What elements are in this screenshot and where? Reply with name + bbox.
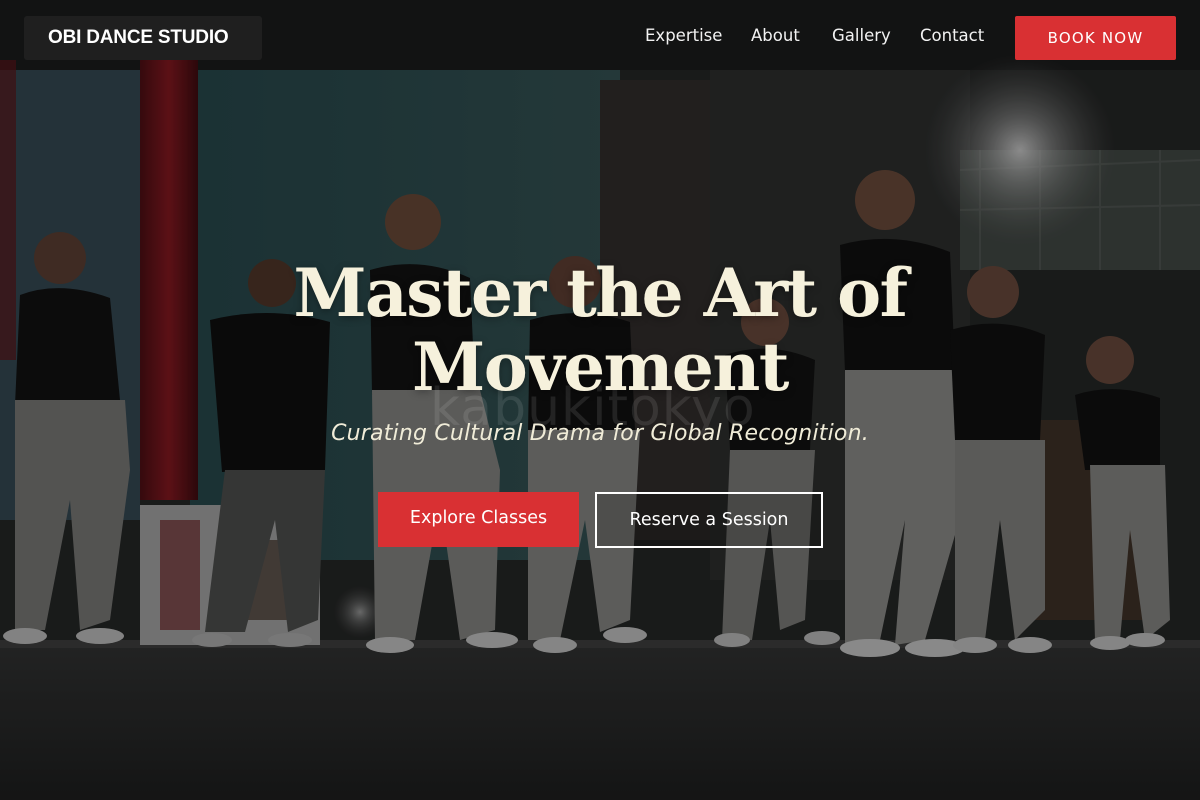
nav-link-contact[interactable]: Contact (920, 26, 984, 45)
nav-link-gallery[interactable]: Gallery (832, 26, 891, 45)
hero-subtitle: Curating Cultural Drama for Global Recog… (331, 421, 869, 446)
nav-link-about[interactable]: About (751, 26, 800, 45)
reserve-session-button[interactable]: Reserve a Session (595, 492, 823, 548)
explore-classes-button[interactable]: Explore Classes (378, 492, 579, 547)
nav-link-expertise[interactable]: Expertise (645, 26, 722, 45)
book-now-button[interactable]: BOOK NOW (1015, 16, 1176, 60)
brand-logo[interactable]: OBI DANCE STUDIO (24, 16, 262, 60)
hero-title: Master the Art of Movement (293, 254, 908, 406)
